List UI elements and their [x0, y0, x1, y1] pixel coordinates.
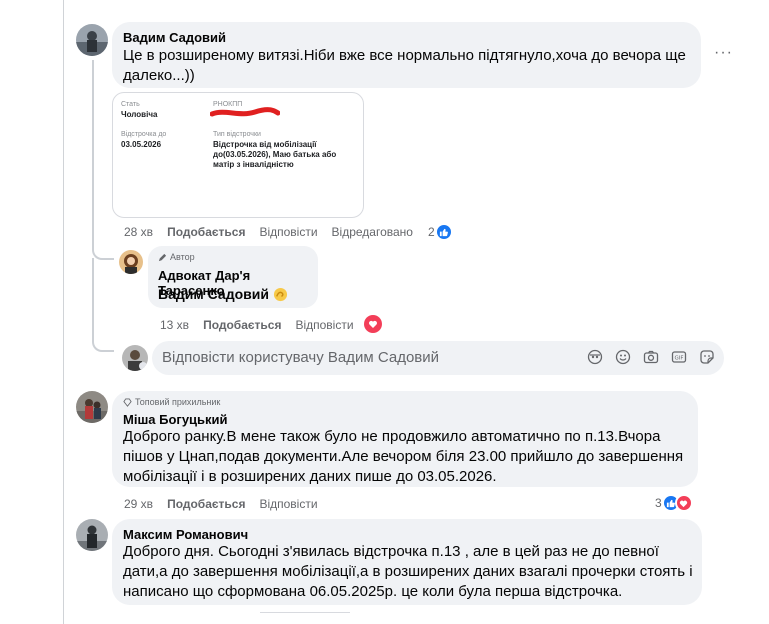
avatar[interactable]	[119, 250, 143, 274]
reply-toolbar: GIF	[586, 348, 716, 366]
comment-text: Доброго ранку.В мене також було не продо…	[123, 428, 684, 485]
diamond-icon	[123, 397, 132, 407]
love-reaction-icon	[674, 494, 693, 512]
comment-author[interactable]: Максим Романович	[123, 527, 248, 542]
card-value: Чоловіча	[121, 110, 158, 119]
sticker-icon[interactable]	[698, 348, 716, 366]
reply-bubble: Автор Адвокат Дар'я Тарасенко Вадим Садо…	[148, 246, 318, 308]
comment-actions: 28 хв Подобається Відповісти Відредагова…	[124, 225, 413, 239]
reply-button[interactable]: Відповісти	[295, 318, 353, 332]
gif-icon[interactable]: GIF	[670, 348, 688, 366]
reaction-number: 2	[428, 225, 435, 239]
comment-text: Це в розширеному витязі.Ніби вже все нор…	[123, 47, 686, 84]
edited-label: Відредаговано	[331, 225, 413, 239]
badge-label: Автор	[170, 252, 195, 262]
pencil-icon	[158, 253, 167, 261]
author-badge: Автор	[158, 252, 195, 262]
avatar-sticker-icon[interactable]	[586, 348, 604, 366]
comment-bubble: Топовий прихильник Міша Богуцький Доброг…	[112, 391, 698, 487]
mention-text[interactable]: Вадим Садовий	[158, 286, 269, 302]
comment-actions: 13 хв Подобається Відповісти	[160, 318, 354, 332]
card-label: Стать	[121, 101, 140, 108]
reaction-number: 3	[655, 496, 662, 510]
comment-author[interactable]: Міша Богуцький	[123, 412, 228, 427]
avatar[interactable]	[76, 24, 108, 56]
thread-connector	[92, 234, 114, 260]
like-button[interactable]: Подобається	[167, 497, 245, 511]
current-user-avatar[interactable]	[122, 345, 148, 371]
badge-label: Топовий прихильник	[135, 397, 221, 407]
redaction-mark	[210, 107, 280, 117]
camera-icon[interactable]	[642, 348, 660, 366]
card-value: 03.05.2026	[121, 140, 162, 149]
emoji-icon[interactable]	[614, 348, 632, 366]
comment-time[interactable]: 13 хв	[160, 318, 189, 332]
flexed-biceps-icon	[273, 287, 288, 301]
comment-author[interactable]: Вадим Садовий	[123, 30, 226, 45]
comment-text: Доброго дня. Сьогодні з'явилась відстроч…	[123, 543, 693, 600]
reply-input[interactable]: Відповісти користувачу Вадим Садовий GIF	[152, 341, 724, 375]
thread-connector	[92, 258, 114, 352]
card-label: Відстрочка до	[121, 131, 167, 138]
feed-divider	[63, 0, 64, 624]
comment-bubble: Максим Романович Доброго дня. Сьогодні з…	[112, 519, 702, 605]
reply-button[interactable]: Відповісти	[259, 497, 317, 511]
comment-time[interactable]: 29 хв	[124, 497, 153, 511]
attachment-card[interactable]: Стать Чоловіча РНОКПП Відстрочка до 03.0…	[112, 92, 364, 218]
comment-time[interactable]: 28 хв	[124, 225, 153, 239]
divider	[260, 612, 350, 613]
thread-line	[92, 60, 94, 235]
avatar[interactable]	[76, 519, 108, 551]
svg-text:GIF: GIF	[674, 356, 683, 362]
reply-mention[interactable]: Вадим Садовий	[158, 286, 288, 302]
reply-button[interactable]: Відповісти	[259, 225, 317, 239]
reply-placeholder: Відповісти користувачу Вадим Садовий	[162, 349, 440, 366]
more-options-icon[interactable]: ···	[714, 44, 733, 62]
comment-actions: 29 хв Подобається Відповісти	[124, 497, 318, 511]
reaction-count[interactable]: 3	[655, 494, 693, 512]
like-reaction-icon	[434, 223, 453, 241]
avatar[interactable]	[76, 391, 108, 423]
card-label: Тип відстрочки	[213, 131, 261, 138]
reaction-count[interactable]: 2	[428, 223, 453, 241]
top-fan-badge: Топовий прихильник	[123, 397, 220, 407]
like-button[interactable]: Подобається	[167, 225, 245, 239]
like-button[interactable]: Подобається	[203, 318, 281, 332]
card-value: Відстрочка від мобілізації до(03.05.2026…	[213, 140, 337, 169]
love-reaction-icon[interactable]	[364, 315, 382, 334]
comment-bubble: Вадим Садовий Це в розширеному витязі.Ні…	[112, 22, 701, 88]
